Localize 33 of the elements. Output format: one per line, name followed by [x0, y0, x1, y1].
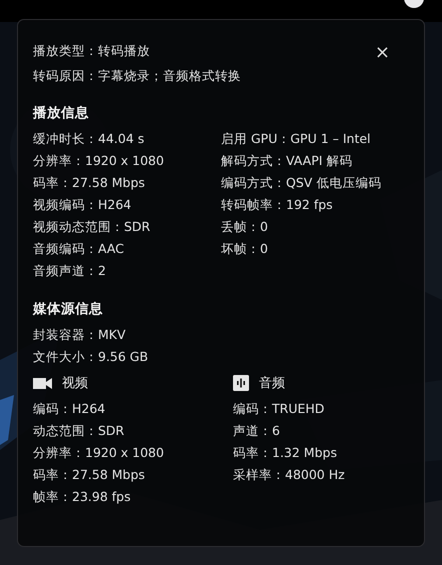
audio-wave-icon	[233, 375, 249, 391]
info-text: 视频动态范围：SDR	[33, 218, 152, 236]
stream-title: 音频	[259, 375, 285, 392]
info-text: 编码：TRUEHD	[233, 400, 326, 418]
info-text: 视频编码：H264	[33, 196, 132, 214]
info-text: 音频声道：2	[33, 262, 107, 280]
info-text: 音频编码：AAC	[33, 240, 125, 258]
close-button[interactable]: ×	[370, 44, 395, 62]
info-text: 封装容器：MKV	[33, 326, 127, 344]
section-heading: 播放信息	[33, 104, 90, 123]
info-text: 码率：1.32 Mbps	[233, 444, 338, 462]
info-text: 动态范围：SDR	[33, 422, 126, 440]
info-text: 采样率：48000 Hz	[233, 466, 346, 484]
info-text: 坏帧：0	[221, 240, 269, 258]
info-text: 码率：27.58 Mbps	[33, 466, 146, 484]
info-text: 编码方式：QSV 低电压编码	[221, 174, 382, 192]
info-text: 分辨率：1920 x 1080	[33, 444, 165, 462]
playback-type-text: 播放类型：转码播放	[33, 42, 151, 60]
info-text: 分辨率：1920 x 1080	[33, 152, 165, 170]
info-text: 声道：6	[233, 422, 281, 440]
info-text: 编码：H264	[33, 400, 106, 418]
section-heading: 媒体源信息	[33, 300, 104, 319]
info-text: 丢帧：0	[221, 218, 269, 236]
info-text: 解码方式：VAAPI 解码	[221, 152, 354, 170]
info-text: 缓冲时长：44.04 s	[33, 130, 146, 148]
info-text: 帧率：23.98 fps	[33, 488, 132, 506]
info-text: 码率：27.58 Mbps	[33, 174, 146, 192]
info-text: 转码帧率：192 fps	[221, 196, 334, 214]
transcode-reason-text: 转码原因：字幕烧录；音频格式转换	[33, 67, 241, 85]
video-camera-icon	[33, 376, 52, 390]
info-text: 文件大小：9.56 GB	[33, 348, 150, 366]
info-text: 启用 GPU：GPU 1 – Intel	[221, 130, 372, 148]
stream-title: 视频	[62, 375, 88, 392]
